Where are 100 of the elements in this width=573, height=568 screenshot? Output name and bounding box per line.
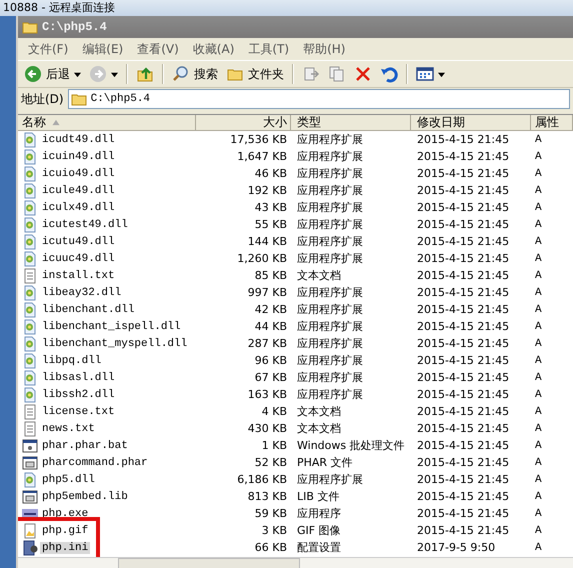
- file-name[interactable]: phar.phar.bat: [40, 440, 130, 452]
- menu-item[interactable]: 帮助(H): [297, 40, 352, 58]
- file-name[interactable]: icutu49.dll: [40, 236, 117, 248]
- file-size: 96 KB: [254, 354, 288, 367]
- file-size: 52 KB: [254, 456, 288, 469]
- file-name[interactable]: php5.dll: [40, 474, 97, 486]
- modified-date: 2015-4-15 21:45: [416, 252, 510, 265]
- column-header[interactable]: 修改日期: [411, 115, 531, 131]
- file-name[interactable]: php.gif: [40, 524, 90, 536]
- file-name[interactable]: iculx49.dll: [40, 202, 117, 214]
- file-name[interactable]: icuin49.dll: [40, 150, 117, 162]
- menu-item[interactable]: 编辑(E): [76, 40, 130, 58]
- address-label: 地址(D): [21, 90, 64, 108]
- dll-file-icon: [22, 386, 38, 402]
- file-type: PHAR 文件: [296, 455, 354, 470]
- file-attribute: A: [534, 422, 543, 434]
- folder-up-icon[interactable]: [136, 65, 154, 83]
- caret-icon: [74, 70, 81, 78]
- file-attribute: A: [534, 320, 543, 332]
- file-type: 应用程序扩展: [296, 234, 364, 249]
- file-name[interactable]: icudt49.dll: [40, 134, 117, 146]
- file-name[interactable]: license.txt: [40, 406, 117, 418]
- menu-item[interactable]: 查看(V): [131, 40, 185, 58]
- file-name[interactable]: icuio49.dll: [40, 168, 117, 180]
- menu-item[interactable]: 工具(T): [242, 40, 296, 58]
- file-type: 文本文档: [296, 404, 342, 419]
- search-button[interactable]: 搜索: [169, 65, 221, 83]
- file-attribute: A: [534, 202, 543, 214]
- modified-date: 2015-4-15 21:45: [416, 218, 510, 231]
- dll-file-icon: [22, 200, 38, 216]
- file-name[interactable]: libenchant_myspell.dll: [40, 338, 190, 350]
- caret-icon: [438, 70, 445, 78]
- dll-file-icon: [22, 216, 38, 232]
- column-header[interactable]: 名称: [18, 115, 196, 131]
- file-name[interactable]: news.txt: [40, 422, 97, 434]
- file-name[interactable]: icutest49.dll: [40, 218, 130, 230]
- menu-item[interactable]: 文件(F): [22, 40, 74, 58]
- file-name[interactable]: libssh2.dll: [40, 388, 117, 400]
- settings-file-icon: [22, 540, 38, 556]
- menu-item[interactable]: 收藏(A): [186, 40, 240, 58]
- dll-file-icon: [22, 234, 38, 250]
- file-attribute: A: [534, 542, 543, 554]
- file-name[interactable]: icuuc49.dll: [40, 252, 117, 264]
- column-header[interactable]: 大小: [196, 115, 291, 131]
- dll-file-icon: [22, 302, 38, 318]
- file-attribute: A: [534, 286, 543, 298]
- file-type: Windows 批处理文件: [296, 438, 406, 453]
- file-size: 85 KB: [254, 269, 288, 282]
- file-name[interactable]: php.ini: [40, 542, 90, 554]
- file-name[interactable]: libsasl.dll: [40, 372, 117, 384]
- modified-date: 2015-4-15 21:45: [416, 524, 510, 537]
- file-size: 43 KB: [254, 201, 288, 214]
- folders-button[interactable]: 文件夹: [223, 65, 287, 83]
- caret-icon: [111, 70, 118, 78]
- file-type: 应用程序扩展: [296, 472, 364, 487]
- remote-desktop-title: 10888 - 远程桌面连接: [3, 1, 115, 14]
- file-name[interactable]: install.txt: [40, 270, 117, 282]
- file-type: 应用程序扩展: [296, 387, 364, 402]
- column-header[interactable]: 类型: [291, 115, 411, 131]
- modified-date: 2015-4-15 21:45: [416, 405, 510, 418]
- undo-icon[interactable]: [380, 65, 398, 83]
- file-name[interactable]: libenchant.dll: [40, 304, 136, 316]
- horizontal-scrollbar[interactable]: [18, 557, 573, 568]
- file-type: 应用程序扩展: [296, 336, 364, 351]
- file-type: 应用程序扩展: [296, 353, 364, 368]
- modified-date: 2015-4-15 21:45: [416, 337, 510, 350]
- file-attribute: A: [534, 304, 543, 316]
- modified-date: 2015-4-15 21:45: [416, 354, 510, 367]
- move-to-icon[interactable]: [302, 65, 320, 83]
- batch-file-icon: [22, 438, 38, 454]
- file-name[interactable]: php.exe: [40, 508, 90, 520]
- file-attribute: A: [534, 440, 543, 452]
- dll-file-icon: [22, 132, 38, 148]
- modified-date: 2015-4-15 21:45: [416, 456, 510, 469]
- file-type: 应用程序扩展: [296, 132, 364, 147]
- back-button[interactable]: 后退: [21, 65, 84, 83]
- file-size: 6,186 KB: [236, 473, 288, 486]
- file-name[interactable]: libeay32.dll: [40, 286, 124, 298]
- file-size: 3 KB: [260, 524, 288, 537]
- column-header[interactable]: 属性: [531, 115, 573, 131]
- modified-date: 2015-4-15 21:45: [416, 439, 510, 452]
- delete-icon[interactable]: [354, 65, 372, 83]
- scroll-thumb[interactable]: [118, 558, 300, 568]
- file-attribute: A: [534, 150, 543, 162]
- copy-to-icon[interactable]: [328, 65, 346, 83]
- modified-date: 2015-4-15 21:45: [416, 269, 510, 282]
- file-attribute: A: [534, 508, 543, 520]
- window-file-icon: [22, 454, 38, 470]
- file-name[interactable]: libpq.dll: [40, 354, 104, 366]
- file-name[interactable]: php5embed.lib: [40, 490, 130, 502]
- file-name[interactable]: icule49.dll: [40, 184, 117, 196]
- dll-file-icon: [22, 166, 38, 182]
- search-icon: [172, 65, 190, 83]
- text-file-icon: [22, 420, 38, 436]
- file-size: 4 KB: [260, 405, 288, 418]
- file-name[interactable]: pharcommand.phar: [40, 456, 150, 468]
- file-name[interactable]: libenchant_ispell.dll: [40, 320, 183, 332]
- modified-date: 2015-4-15 21:45: [416, 473, 510, 486]
- address-field[interactable]: C:\php5.4: [68, 89, 570, 109]
- file-size: 287 KB: [246, 337, 288, 350]
